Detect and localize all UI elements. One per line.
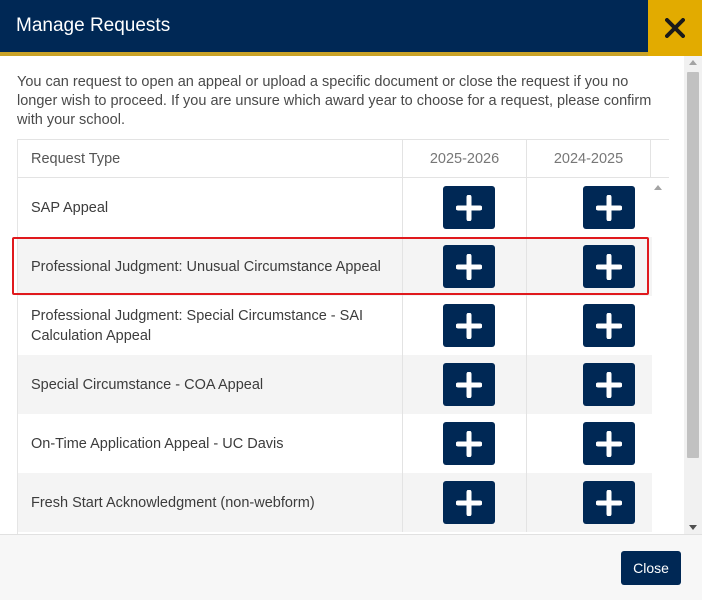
year2-cell — [526, 473, 652, 532]
year2-cell — [526, 237, 652, 296]
plus-icon — [596, 313, 622, 339]
add-request-2025-2026-button[interactable] — [443, 304, 495, 347]
year2-cell — [526, 178, 652, 237]
add-request-2024-2025-button[interactable] — [583, 245, 635, 288]
add-request-2025-2026-button[interactable] — [443, 363, 495, 406]
table-body[interactable]: SAP Appeal Professional Judgment: Unusua… — [18, 178, 652, 534]
requests-table: Request Type 2025-2026 2024-2025 SAP App… — [17, 139, 669, 534]
table-row: Professional Judgment: Unusual Circumsta… — [18, 237, 652, 296]
plus-icon — [456, 490, 482, 516]
add-request-2025-2026-button[interactable] — [443, 422, 495, 465]
add-request-2024-2025-button[interactable] — [583, 304, 635, 347]
request-type-label: Professional Judgment: Unusual Circumsta… — [31, 258, 381, 275]
request-type-label: Fresh Start Acknowledgment (non-webform) — [31, 494, 315, 511]
year1-cell — [402, 237, 526, 296]
add-request-2024-2025-button[interactable] — [583, 363, 635, 406]
header-request-type: Request Type — [31, 151, 121, 167]
scroll-thumb[interactable] — [687, 72, 699, 458]
add-request-2024-2025-button[interactable] — [583, 422, 635, 465]
table-row: Professional Judgment: Special Circumsta… — [18, 296, 652, 355]
plus-icon — [456, 195, 482, 221]
dialog-scrollbar[interactable] — [684, 56, 702, 534]
plus-icon — [596, 431, 622, 457]
table-row: On-Time Application Appeal - UC Davis — [18, 414, 652, 473]
year1-cell — [402, 355, 526, 414]
year2-cell — [526, 355, 652, 414]
plus-icon — [596, 195, 622, 221]
plus-icon — [596, 372, 622, 398]
table-row: Fresh Start Acknowledgment (non-webform) — [18, 473, 652, 532]
add-request-2025-2026-button[interactable] — [443, 186, 495, 229]
year1-cell — [402, 473, 526, 532]
request-type-label: Professional Judgment: Special Circumsta… — [31, 307, 364, 344]
year1-cell — [402, 178, 526, 237]
year1-cell — [402, 296, 526, 355]
request-type-label: SAP Appeal — [31, 199, 109, 216]
close-x-icon — [665, 18, 685, 38]
plus-icon — [456, 313, 482, 339]
plus-icon — [456, 431, 482, 457]
plus-icon — [456, 372, 482, 398]
table-row: SAP Appeal — [18, 178, 652, 237]
dialog-header: Manage Requests — [0, 0, 648, 56]
request-type-label: On-Time Application Appeal - UC Davis — [31, 435, 284, 452]
add-request-2025-2026-button[interactable] — [443, 245, 495, 288]
table-header: Request Type 2025-2026 2024-2025 — [18, 139, 669, 178]
header-year-2025-2026: 2025-2026 — [402, 140, 526, 178]
year1-cell — [402, 414, 526, 473]
add-request-2025-2026-button[interactable] — [443, 481, 495, 524]
dialog-body: You can request to open an appeal or upl… — [0, 56, 702, 534]
year2-cell — [526, 296, 652, 355]
plus-icon — [596, 490, 622, 516]
header-year-2024-2025: 2024-2025 — [526, 140, 651, 178]
intro-text: You can request to open an appeal or upl… — [17, 74, 652, 128]
year2-cell — [526, 414, 652, 473]
close-button[interactable]: Close — [621, 551, 681, 585]
dialog-footer: Close — [0, 534, 702, 600]
plus-icon — [456, 254, 482, 280]
table-row: Special Circumstance - COA Appeal — [18, 355, 652, 414]
plus-icon — [596, 254, 622, 280]
scroll-down-arrow-icon[interactable] — [689, 525, 697, 530]
add-request-2024-2025-button[interactable] — [583, 186, 635, 229]
table-scroll-up-arrow-icon[interactable] — [654, 185, 662, 190]
request-type-label: Special Circumstance - COA Appeal — [31, 376, 264, 393]
dialog-title: Manage Requests — [16, 15, 171, 36]
manage-requests-dialog: Manage Requests You can request to open … — [0, 0, 702, 600]
close-dialog-button[interactable] — [648, 0, 702, 56]
add-request-2024-2025-button[interactable] — [583, 481, 635, 524]
scroll-up-arrow-icon[interactable] — [689, 60, 697, 65]
